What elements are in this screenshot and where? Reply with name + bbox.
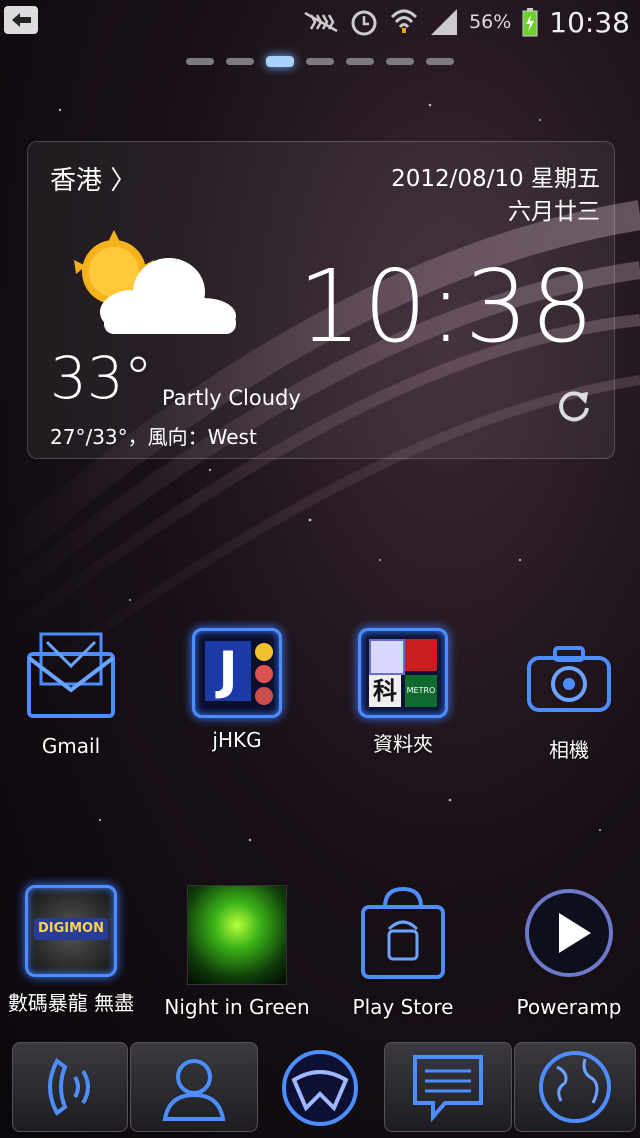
page-dot bbox=[346, 58, 374, 65]
temperature-range-wind: 27°/33°，風向：West bbox=[50, 425, 257, 449]
app-label: jHKG bbox=[212, 728, 262, 752]
app-play-store[interactable]: Play Store bbox=[328, 885, 478, 1019]
current-temperature: 33° bbox=[50, 344, 153, 412]
weather-date: 2012/08/10 星期五 bbox=[391, 166, 600, 192]
city-label: 香港 bbox=[50, 166, 103, 196]
page-dot bbox=[186, 58, 214, 65]
weather-condition: Partly Cloudy bbox=[162, 386, 301, 410]
dock-phone[interactable] bbox=[12, 1042, 128, 1132]
app-night-in-green[interactable]: Night in Green bbox=[162, 885, 312, 1019]
phone-icon bbox=[48, 1058, 90, 1116]
dock-contacts[interactable] bbox=[130, 1042, 258, 1132]
app-drawer-icon[interactable] bbox=[278, 1046, 362, 1130]
page-dot bbox=[386, 58, 414, 65]
wifi-icon bbox=[391, 9, 418, 33]
app-label: Gmail bbox=[41, 734, 101, 758]
battery-percent: 56% bbox=[469, 11, 512, 33]
page-indicator bbox=[0, 56, 640, 67]
jhkg-icon: J bbox=[192, 628, 282, 718]
gmail-icon bbox=[27, 632, 115, 718]
app-camera[interactable]: 相機 bbox=[494, 628, 640, 763]
jhkg-letter: J bbox=[205, 641, 251, 701]
signal-icon bbox=[431, 9, 458, 35]
messaging-icon bbox=[413, 1055, 483, 1123]
status-bar: 56% 10:38 bbox=[0, 0, 640, 44]
partly-cloudy-icon bbox=[74, 230, 236, 334]
app-poweramp[interactable]: Poweramp bbox=[494, 885, 640, 1019]
page-dot bbox=[226, 58, 254, 65]
back-key-icon[interactable] bbox=[4, 6, 38, 34]
app-label: 相機 bbox=[549, 738, 589, 762]
camera-icon bbox=[527, 646, 611, 712]
app-jhkg[interactable]: J jHKG bbox=[162, 628, 312, 752]
nfc-mute-icon bbox=[304, 11, 338, 33]
widget-clock: 10:38 bbox=[297, 248, 596, 365]
app-folder[interactable]: 科 METRO 資料夾 bbox=[328, 628, 478, 757]
dock-browser[interactable] bbox=[514, 1042, 636, 1132]
app-gmail[interactable]: Gmail bbox=[0, 628, 146, 758]
app-label: Night in Green bbox=[164, 995, 310, 1019]
dock bbox=[0, 1040, 640, 1138]
weather-clock-widget[interactable]: 香港 〉 2012/08/10 星期五 六月廿三 10:38 33° Partl… bbox=[27, 141, 615, 459]
chevron-right-icon: 〉 bbox=[110, 166, 137, 196]
poweramp-icon bbox=[525, 889, 613, 977]
weather-city[interactable]: 香港 〉 bbox=[50, 160, 136, 197]
folder-icon: 科 METRO bbox=[358, 628, 448, 718]
alarm-icon bbox=[351, 10, 377, 36]
night-in-green-icon bbox=[187, 885, 287, 985]
app-label: 資料夾 bbox=[373, 732, 433, 756]
digimon-icon: DIGIMON bbox=[25, 885, 117, 977]
lunar-date: 六月廿三 bbox=[508, 199, 600, 225]
folder-tile-ke: 科 bbox=[369, 675, 401, 707]
play-store-icon bbox=[361, 886, 445, 979]
status-time: 10:38 bbox=[549, 5, 630, 39]
app-digimon[interactable]: DIGIMON 數碼暴龍 無盡 bbox=[0, 885, 146, 1016]
folder-tile-metro: METRO bbox=[405, 675, 437, 707]
app-label: Poweramp bbox=[516, 995, 622, 1019]
page-dot-active bbox=[266, 56, 294, 67]
app-label: 數碼暴龍 無盡 bbox=[7, 991, 135, 1015]
dock-messaging[interactable] bbox=[384, 1042, 512, 1132]
contacts-icon bbox=[162, 1059, 226, 1121]
page-dot bbox=[306, 58, 334, 65]
page-dot bbox=[426, 58, 454, 65]
browser-icon bbox=[539, 1051, 611, 1123]
app-label: Play Store bbox=[352, 995, 454, 1019]
battery-charging-icon bbox=[522, 8, 538, 37]
refresh-icon[interactable] bbox=[554, 386, 594, 426]
